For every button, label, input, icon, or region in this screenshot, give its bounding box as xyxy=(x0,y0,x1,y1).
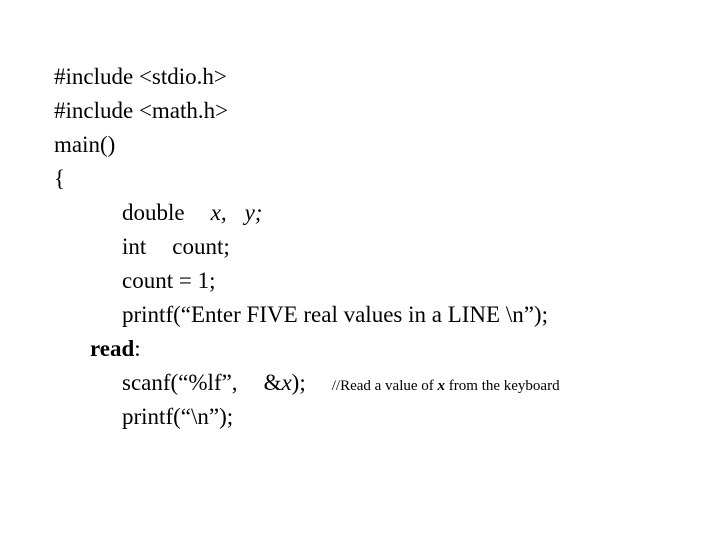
code-text: main() xyxy=(54,132,116,157)
comment-variable-x: x xyxy=(437,378,446,394)
code-text: count = 1; xyxy=(122,268,216,293)
variable-x: x, xyxy=(210,200,227,225)
code-line-declare-doubles: double x, y; xyxy=(0,162,720,225)
code-text: ); xyxy=(291,370,306,395)
type-keyword-double: double xyxy=(122,200,185,225)
type-keyword-int: int xyxy=(122,234,147,259)
code-text: printf(“\n”); xyxy=(122,404,234,429)
code-text: #include <math.h> xyxy=(54,98,229,123)
code-line-include-stdio: #include <stdio.h> xyxy=(0,26,720,89)
comment-prefix: //Read a value of xyxy=(331,378,434,394)
variable-count: count; xyxy=(172,234,230,259)
inline-comment: //Read a value of x from the keyboard xyxy=(332,378,560,394)
read-label-colon: : xyxy=(134,336,141,361)
comment-suffix: from the keyboard xyxy=(448,378,560,394)
code-text: { xyxy=(54,166,66,191)
code-text: printf(“Enter FIVE real values in a LINE… xyxy=(122,302,548,327)
read-label: read xyxy=(90,336,135,361)
variable-y: y; xyxy=(244,200,263,225)
code-listing: #include <stdio.h> #include <math.h> mai… xyxy=(0,0,720,540)
code-text: scanf(“%lf”, xyxy=(122,370,238,395)
variable-x: x xyxy=(281,370,292,395)
code-text: #include <stdio.h> xyxy=(54,64,227,89)
address-of-operator: & xyxy=(263,370,282,395)
